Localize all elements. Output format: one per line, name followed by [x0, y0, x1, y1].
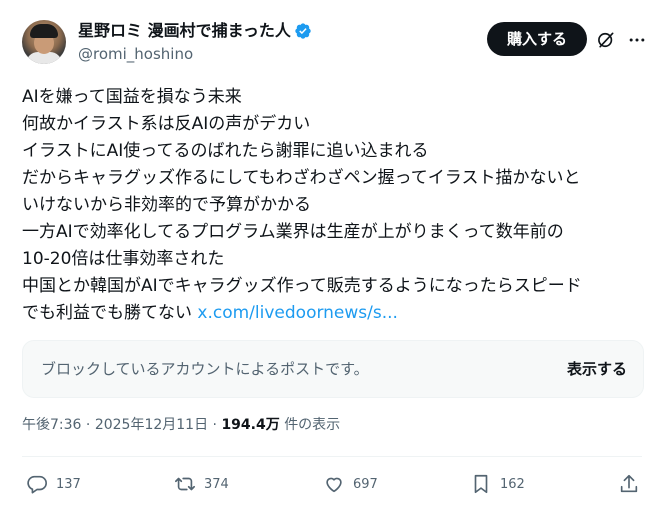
- tweet-line: だからキャラグッズ作るにしてもわざわざペン握ってイラスト描かないと: [22, 168, 581, 188]
- avatar[interactable]: [22, 20, 66, 64]
- tweet-line: AIを嫌って国益を損なう未来: [22, 87, 242, 107]
- buy-button[interactable]: 購入する: [487, 22, 587, 56]
- author-block: 星野ロミ 漫画村で捕まった人 @romi_hoshino: [78, 20, 312, 64]
- repost-icon: [175, 477, 195, 491]
- views-count[interactable]: 194.4万: [221, 417, 279, 433]
- tweet-meta: 午後7:36 · 2025年12月11日 · 194.4万 件の表示: [22, 415, 340, 435]
- blocked-post-notice: ブロックしているアカウントによるポストです。 表示する: [22, 340, 644, 398]
- action-bar: 137 374 697 162: [22, 470, 650, 498]
- tweet-line: 何故かイラスト系は反AIの声がデカい: [22, 114, 311, 134]
- tweet-line: 一方AIで効率化してるプログラム業界は生産が上がりまくって数年前の: [22, 222, 564, 242]
- share-icon: [620, 474, 638, 493]
- share-button[interactable]: [618, 470, 640, 498]
- blocked-post-text: ブロックしているアカウントによるポストです。: [41, 360, 369, 378]
- reply-icon: [27, 475, 47, 494]
- tweet-header: 星野ロミ 漫画村で捕まった人 @romi_hoshino 購入する: [22, 20, 650, 68]
- tweet-line: 10-20倍は仕事効率された: [22, 249, 225, 269]
- tweet-line: でも利益でも勝てない: [22, 303, 192, 323]
- tweet-last-line: でも利益でも勝てない x.com/livedoornews/s...: [22, 300, 650, 327]
- like-button[interactable]: 697: [323, 470, 378, 498]
- tweet-line: 中国とか韓国がAIでキャラグッズ作って販売するようになったらスピード: [22, 276, 582, 296]
- more-icon[interactable]: [626, 30, 648, 50]
- meta-separator: ·: [212, 417, 217, 433]
- avatar-hair: [30, 24, 58, 38]
- author-display-name[interactable]: 星野ロミ 漫画村で捕まった人: [78, 20, 291, 42]
- repost-button[interactable]: 374: [174, 470, 229, 498]
- repost-count: 374: [204, 476, 229, 492]
- tweet-text: AIを嫌って国益を損なう未来 何故かイラスト系は反AIの声がデカい イラストにA…: [22, 84, 650, 327]
- views-label: 件の表示: [284, 417, 341, 433]
- grok-icon[interactable]: [596, 30, 616, 50]
- tweet-link[interactable]: x.com/livedoornews/s...: [197, 303, 398, 323]
- like-count: 697: [353, 476, 378, 492]
- tweet-line: いけないから非効率的で予算がかかる: [22, 195, 311, 215]
- post-time[interactable]: 午後7:36: [22, 417, 81, 433]
- bookmark-icon: [474, 474, 488, 494]
- verified-badge-icon: [295, 23, 311, 39]
- author-handle[interactable]: @romi_hoshino: [78, 44, 312, 64]
- post-date[interactable]: 2025年12月11日: [95, 417, 208, 433]
- bookmark-button[interactable]: 162: [470, 470, 525, 498]
- like-icon: [326, 477, 342, 493]
- reply-button[interactable]: 137: [26, 470, 81, 498]
- reply-count: 137: [56, 476, 81, 492]
- show-blocked-button[interactable]: 表示する: [567, 359, 627, 379]
- bookmark-count: 162: [500, 476, 525, 492]
- meta-separator: ·: [85, 417, 91, 433]
- divider: [22, 456, 642, 457]
- tweet-line: イラストにAI使ってるのばれたら謝罪に追い込まれる: [22, 141, 429, 161]
